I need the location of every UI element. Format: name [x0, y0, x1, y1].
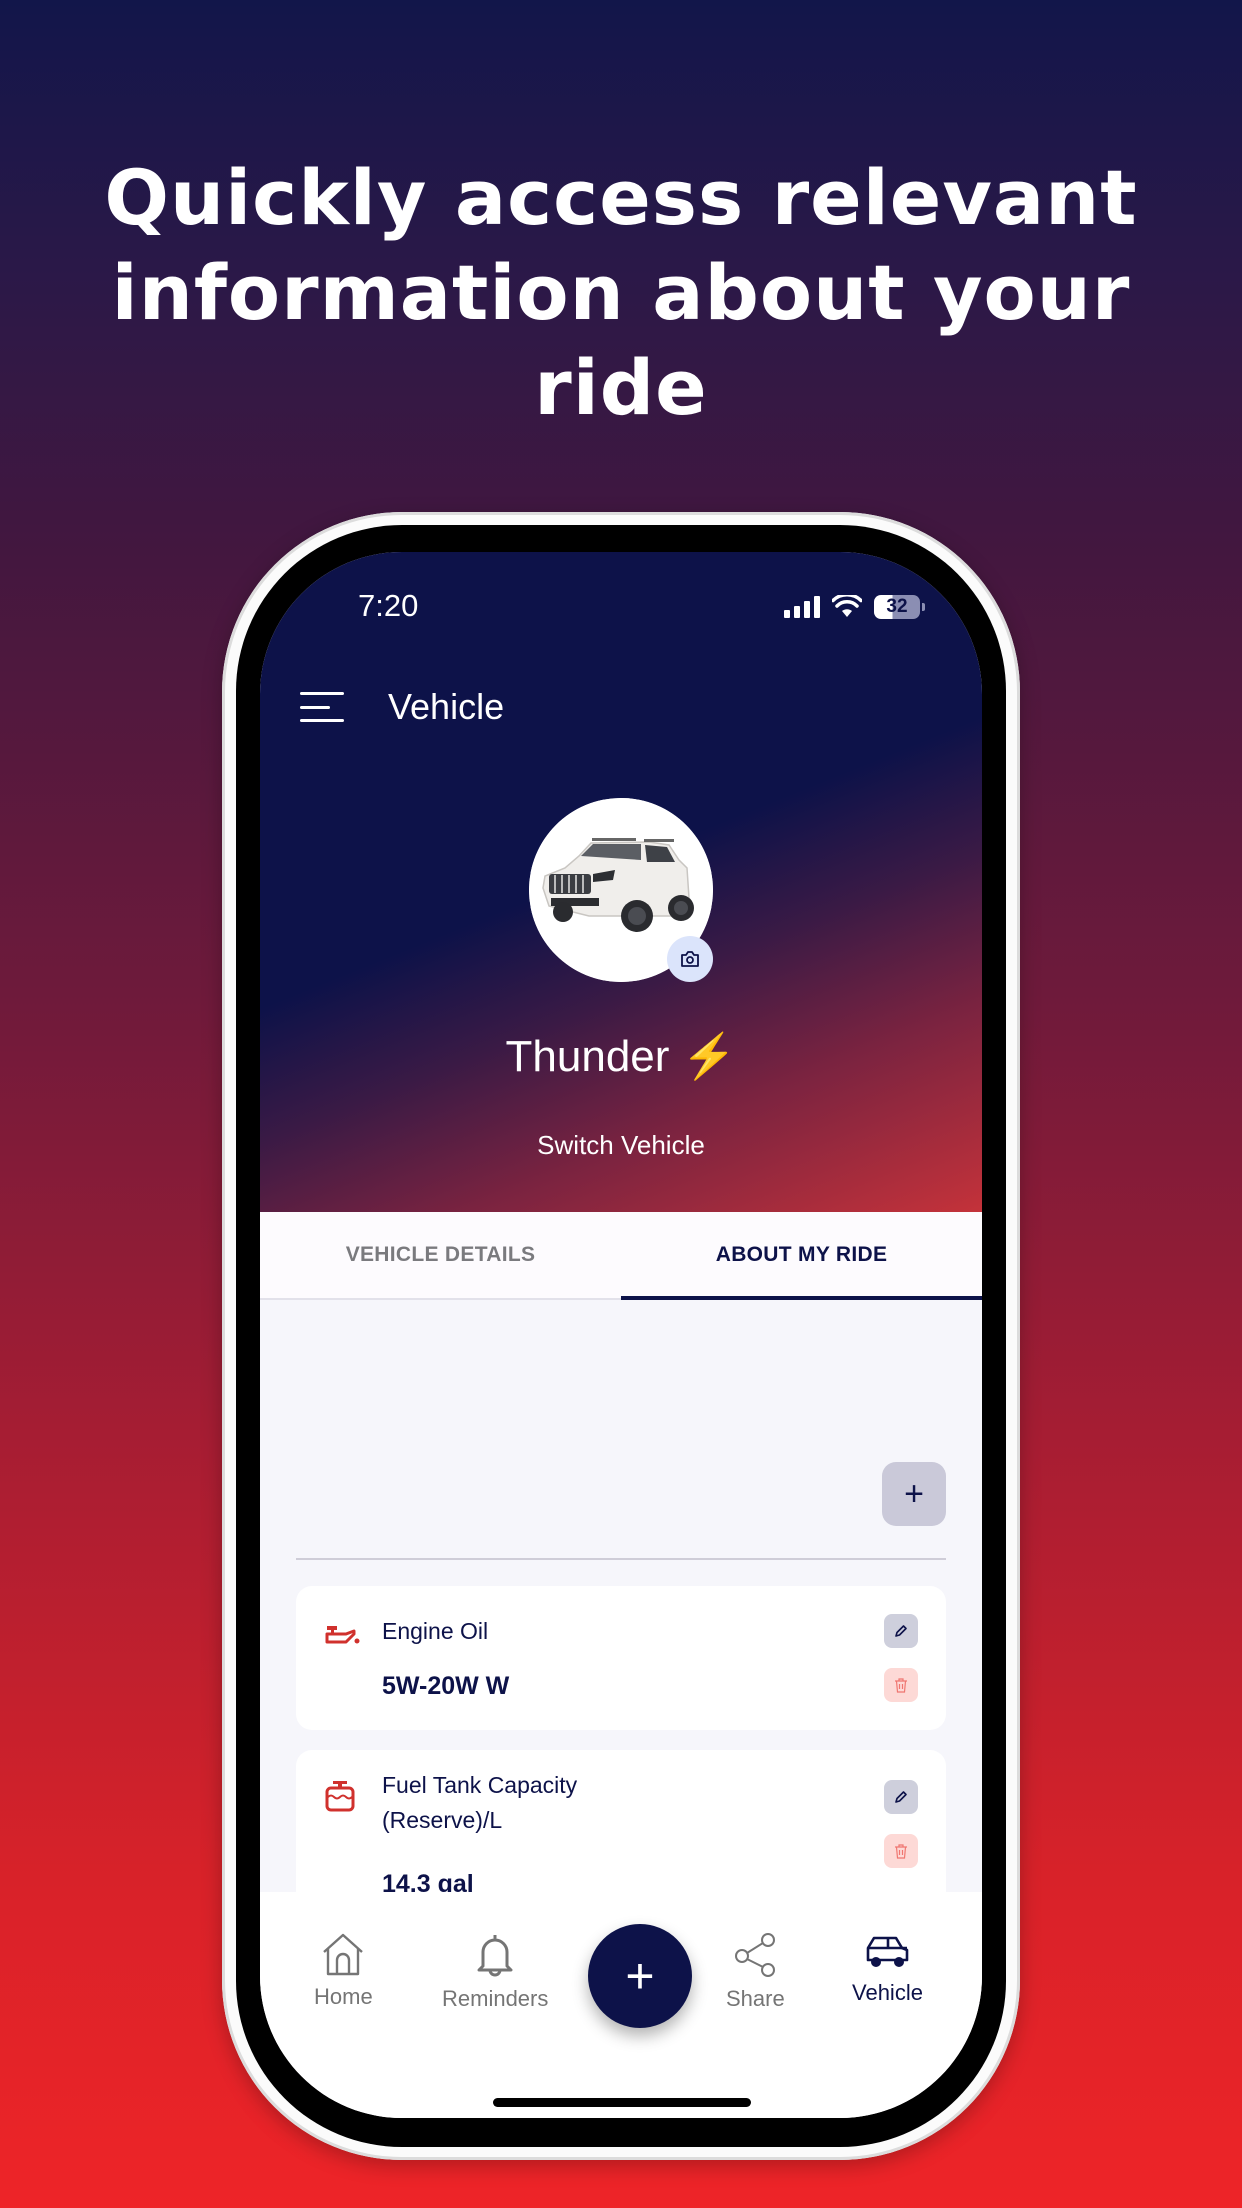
phone-screen: 7:20 32 Vehicle Thunder ⚡ Switch Vehicle… [260, 552, 982, 2118]
car-icon [867, 1936, 909, 1967]
tab-bar: VEHICLE DETAILS ABOUT MY RIDE [260, 1212, 982, 1300]
plus-icon: + [625, 1948, 655, 2004]
change-photo-button[interactable] [667, 936, 713, 982]
page-title: Vehicle [388, 686, 505, 727]
nav-label: Reminders [442, 1986, 549, 2011]
trash-icon [895, 1678, 907, 1693]
section-divider [296, 1558, 946, 1560]
add-item-button[interactable]: + [882, 1462, 946, 1526]
engine-oil-icon [325, 1626, 360, 1644]
plus-icon: + [904, 1474, 924, 1513]
item-label: Fuel Tank Capacity (Reserve)/L [382, 1768, 577, 1838]
item-label-line-1: Fuel Tank Capacity [382, 1772, 578, 1798]
camera-icon [681, 951, 699, 967]
nav-reminders[interactable]: Reminders [442, 1932, 548, 2012]
vehicle-header: 7:20 32 Vehicle Thunder ⚡ Switch Vehicle [260, 552, 982, 1212]
status-icons: 32 [784, 592, 925, 622]
home-indicator[interactable] [493, 2098, 751, 2107]
wifi-icon [832, 595, 862, 617]
nav-label: Vehicle [852, 1980, 923, 2005]
fab-add-button[interactable]: + [588, 1924, 692, 2028]
lightning-bolt-icon: ⚡ [681, 1032, 737, 1081]
promo-headline: Quickly access relevant information abou… [0, 150, 1242, 435]
bottom-navigation: Home Reminders + Share Vehicle [260, 1892, 982, 2118]
app-bar: Vehicle [300, 682, 504, 732]
list-item: Engine Oil 5W-20W W [296, 1586, 946, 1730]
edit-button[interactable] [884, 1614, 918, 1648]
nav-vehicle[interactable]: Vehicle [852, 1932, 923, 2006]
edit-button[interactable] [884, 1780, 918, 1814]
status-time: 7:20 [358, 588, 419, 623]
nav-label: Share [726, 1986, 785, 2011]
vehicle-name-text: Thunder [505, 1032, 670, 1081]
fuel-tank-icon [325, 1781, 355, 1812]
pencil-icon [895, 1791, 907, 1803]
tab-vehicle-details[interactable]: VEHICLE DETAILS [260, 1212, 621, 1298]
tab-about-my-ride[interactable]: ABOUT MY RIDE [621, 1212, 982, 1300]
signal-icon [784, 596, 820, 618]
battery-indicator: 32 [874, 595, 925, 619]
headline-line-3: ride [534, 343, 708, 432]
item-label-line-2: (Reserve)/L [382, 1807, 503, 1833]
nav-share[interactable]: Share [726, 1932, 785, 2012]
item-label: Engine Oil [382, 1618, 489, 1644]
switch-vehicle-button[interactable]: Switch Vehicle [260, 1130, 982, 1161]
home-icon [323, 1933, 364, 1976]
delete-button[interactable] [884, 1834, 918, 1868]
hamburger-menu-icon[interactable] [300, 692, 344, 722]
trash-icon [895, 1844, 907, 1859]
vehicle-name: Thunder ⚡ [260, 1030, 982, 1082]
share-icon [735, 1933, 776, 1977]
bell-icon [477, 1935, 513, 1977]
delete-button[interactable] [884, 1668, 918, 1702]
pencil-icon [895, 1625, 907, 1637]
headline-line-2: information about your [111, 248, 1131, 337]
nav-home[interactable]: Home [314, 1932, 373, 2010]
nav-label: Home [314, 1984, 373, 2009]
headline-line-1: Quickly access relevant [104, 153, 1138, 242]
item-value: 5W-20W W [382, 1672, 510, 1700]
